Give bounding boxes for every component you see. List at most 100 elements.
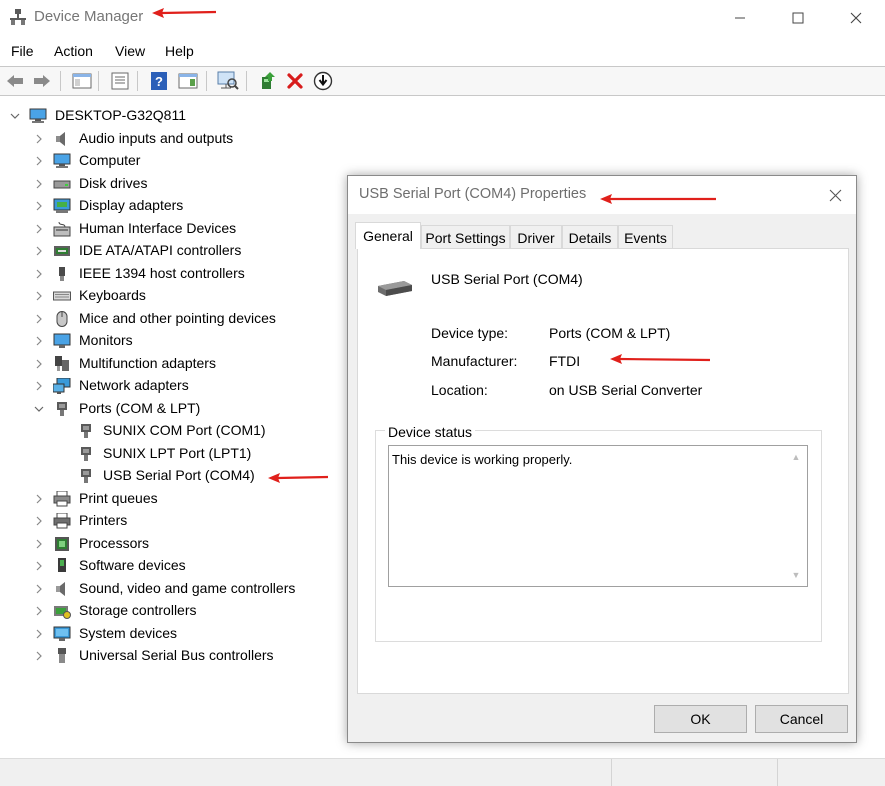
- chevron-right-icon[interactable]: [34, 651, 44, 661]
- dialog-close-button[interactable]: [818, 182, 852, 208]
- scroll-down-icon[interactable]: ▼: [788, 568, 804, 582]
- tree-item-storage-controllers[interactable]: Storage controllers: [0, 600, 340, 622]
- chevron-right-icon[interactable]: [34, 269, 44, 279]
- help-icon: ?: [151, 72, 167, 90]
- back-button[interactable]: [4, 70, 26, 92]
- tab-driver[interactable]: Driver: [510, 225, 562, 249]
- action-pane-button[interactable]: [177, 70, 199, 92]
- chevron-right-icon[interactable]: [34, 539, 44, 549]
- chevron-right-icon[interactable]: [34, 201, 44, 211]
- tree-item-computer[interactable]: Computer: [0, 150, 340, 172]
- tree-item-display-adapters[interactable]: Display adapters: [0, 195, 340, 217]
- forward-button[interactable]: [31, 70, 53, 92]
- tree-item-mice-and-other-pointing-devices[interactable]: Mice and other pointing devices: [0, 308, 340, 330]
- chevron-right-icon[interactable]: [34, 381, 44, 391]
- device-status-text: This device is working properly.: [392, 452, 573, 467]
- properties-icon: [111, 72, 129, 90]
- tree-item-network-adapters[interactable]: Network adapters: [0, 375, 340, 397]
- tab-details[interactable]: Details: [562, 225, 618, 249]
- tree-item-disk-drives[interactable]: Disk drives: [0, 173, 340, 195]
- tree-item-sunix-com-port-com1[interactable]: SUNIX COM Port (COM1): [0, 420, 340, 442]
- tree-item-ieee-1394-host-controllers[interactable]: IEEE 1394 host controllers: [0, 263, 340, 285]
- show-hide-console-tree-button[interactable]: [71, 70, 93, 92]
- menu-file[interactable]: File: [11, 43, 34, 59]
- update-driver-button[interactable]: [257, 70, 279, 92]
- chevron-right-icon[interactable]: [34, 494, 44, 504]
- window-title: Device Manager: [34, 8, 144, 25]
- chevron-right-icon[interactable]: [34, 246, 44, 256]
- chevron-right-icon[interactable]: [34, 336, 44, 346]
- chevron-right-icon[interactable]: [34, 629, 44, 639]
- tree-item-ports-com-lpt[interactable]: Ports (COM & LPT): [0, 398, 340, 420]
- port-icon: [77, 423, 95, 439]
- chevron-right-icon[interactable]: [34, 584, 44, 594]
- port-icon: [53, 401, 71, 417]
- chevron-right-icon[interactable]: [34, 516, 44, 526]
- tab-port-settings[interactable]: Port Settings: [421, 225, 510, 249]
- chevron-right-icon[interactable]: [34, 561, 44, 571]
- tree-item-label: Monitors: [79, 332, 133, 348]
- chevron-right-icon[interactable]: [34, 224, 44, 234]
- storage-controller-icon: [53, 603, 71, 619]
- tree-item-label: IDE ATA/ATAPI controllers: [79, 242, 242, 258]
- tree-item-sunix-lpt-port-lpt1[interactable]: SUNIX LPT Port (LPT1): [0, 443, 340, 465]
- tree-item-label: System devices: [79, 624, 178, 641]
- device-status-textbox[interactable]: This device is working properly. ▲ ▼: [388, 445, 808, 587]
- chevron-right-icon[interactable]: [34, 134, 44, 144]
- tree-item-label: Computer: [79, 152, 141, 168]
- chevron-right-icon[interactable]: [34, 314, 44, 324]
- chevron-down-icon[interactable]: [10, 111, 20, 121]
- disable-device-button[interactable]: [312, 70, 334, 92]
- close-button[interactable]: [827, 0, 885, 36]
- tree-item-print-queues[interactable]: Print queues: [0, 488, 340, 510]
- minimize-button[interactable]: [711, 0, 769, 36]
- tree-item-ide-ata-atapi-controllers[interactable]: IDE ATA/ATAPI controllers: [0, 240, 340, 262]
- tab-events[interactable]: Events: [618, 225, 673, 249]
- display-adapter-icon: [53, 198, 71, 214]
- close-icon: [850, 12, 862, 24]
- tree-item-processors[interactable]: Processors: [0, 533, 340, 555]
- menu-view[interactable]: View: [115, 43, 145, 59]
- help-button[interactable]: ?: [148, 70, 170, 92]
- tree-item-software-devices[interactable]: Software devices: [0, 555, 340, 577]
- chevron-down-icon[interactable]: [34, 404, 44, 414]
- chevron-right-icon[interactable]: [34, 359, 44, 369]
- tree-item-audio-inputs-and-outputs[interactable]: Audio inputs and outputs: [0, 128, 340, 150]
- tree-item-universal-serial-bus-controllers[interactable]: Universal Serial Bus controllers: [0, 645, 340, 667]
- menu-action[interactable]: Action: [54, 43, 93, 59]
- scroll-up-icon[interactable]: ▲: [788, 450, 804, 464]
- tree-item-printers[interactable]: Printers: [0, 510, 340, 532]
- manufacturer-label: Manufacturer:: [431, 353, 518, 369]
- tree-item-label: Storage controllers: [79, 602, 197, 618]
- chevron-right-icon[interactable]: [34, 291, 44, 301]
- toolbar: ?: [0, 66, 885, 96]
- dialog-title: USB Serial Port (COM4) Properties: [359, 186, 587, 202]
- ok-button[interactable]: OK: [654, 705, 747, 733]
- serial-port-connector-icon: [378, 281, 412, 296]
- tree-item-keyboards[interactable]: Keyboards: [0, 285, 340, 307]
- chevron-right-icon[interactable]: [34, 156, 44, 166]
- tab-general[interactable]: General: [355, 222, 421, 249]
- port-icon: [77, 446, 95, 462]
- device-status-label: Device status: [385, 424, 476, 440]
- chevron-right-icon[interactable]: [34, 179, 44, 189]
- computer-icon: [29, 108, 47, 124]
- window-titlebar: Device Manager: [0, 0, 885, 36]
- tree-item-label: Display adapters: [79, 197, 184, 213]
- device-status-group: This device is working properly. ▲ ▼: [375, 430, 822, 642]
- tree-item-sound-video-and-game-controllers[interactable]: Sound, video and game controllers: [0, 578, 340, 600]
- cancel-button[interactable]: Cancel: [755, 705, 848, 733]
- menu-help[interactable]: Help: [165, 43, 194, 59]
- scan-hardware-button[interactable]: [217, 70, 239, 92]
- mouse-icon: [53, 310, 71, 327]
- system-device-icon: [53, 626, 71, 642]
- maximize-button[interactable]: [769, 0, 827, 36]
- tree-item-system-devices[interactable]: System devices: [0, 623, 340, 645]
- uninstall-button[interactable]: [284, 70, 306, 92]
- chevron-right-icon[interactable]: [34, 606, 44, 616]
- tree-item-human-interface-devices[interactable]: Human Interface Devices: [0, 218, 340, 240]
- tree-item-monitors[interactable]: Monitors: [0, 330, 340, 352]
- properties-button[interactable]: [109, 70, 131, 92]
- tree-root-desktop[interactable]: DESKTOP-G32Q811: [0, 105, 340, 127]
- tree-item-multifunction-adapters[interactable]: Multifunction adapters: [0, 353, 340, 375]
